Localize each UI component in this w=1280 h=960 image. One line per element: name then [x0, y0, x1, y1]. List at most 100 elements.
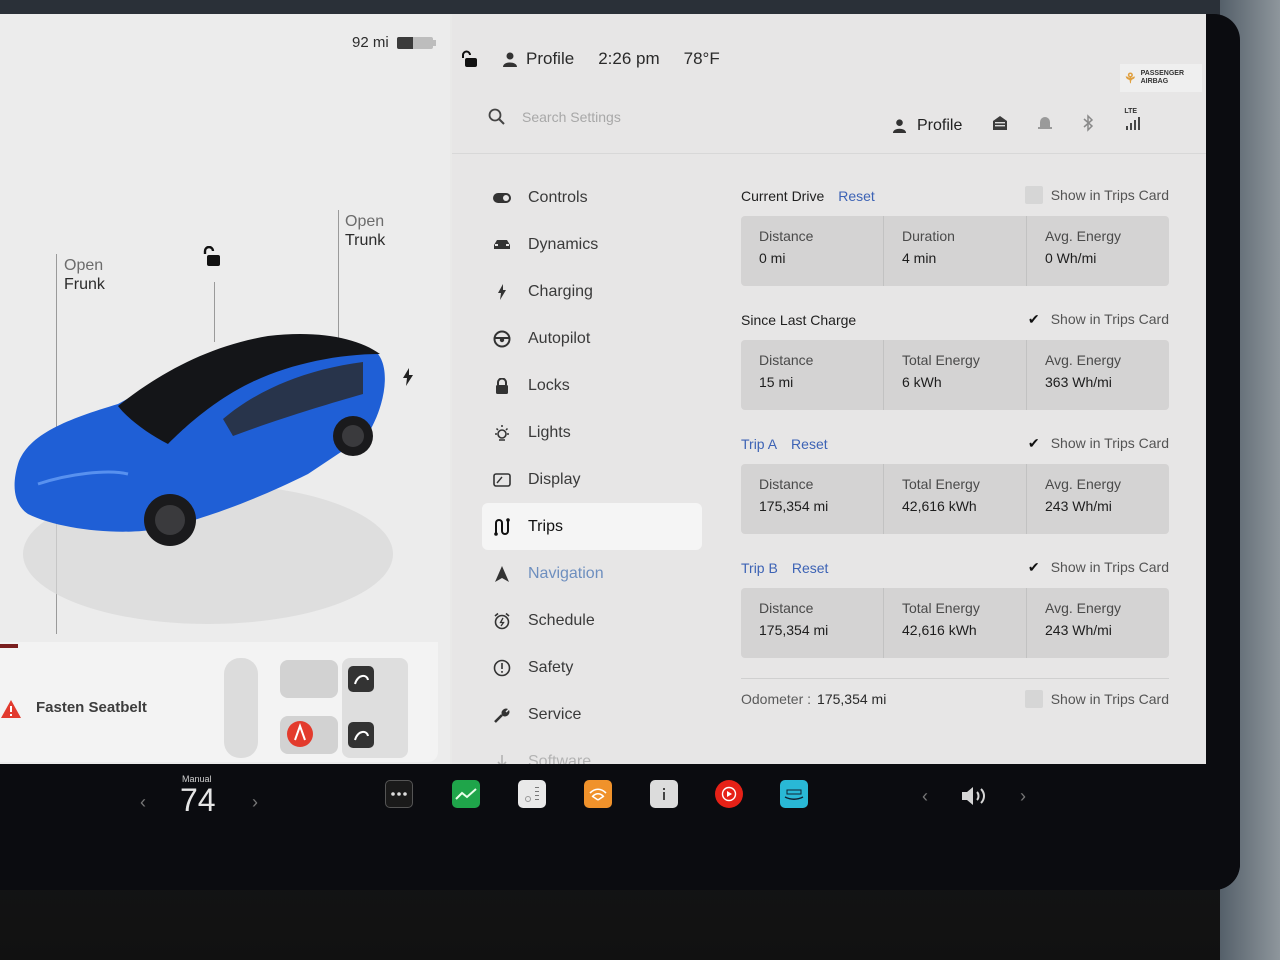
nav-item-locks[interactable]: Locks — [482, 362, 702, 409]
volume-button[interactable] — [960, 784, 990, 813]
volume-up-chevron-icon[interactable]: › — [1020, 786, 1026, 807]
nav-item-service[interactable]: Service — [482, 691, 702, 738]
stat-value: 15 mi — [759, 374, 794, 390]
header-profile-button[interactable]: Profile — [892, 117, 962, 135]
checkmark-icon[interactable]: ✔ — [1025, 434, 1043, 452]
odometer-label: Odometer : — [741, 691, 812, 707]
stat-label: Total Energy — [902, 600, 980, 616]
reset-trip-a-button[interactable]: Reset — [791, 436, 828, 452]
passenger-seat — [280, 660, 338, 698]
lock-status-icon[interactable] — [460, 50, 478, 68]
nav-item-trips[interactable]: Trips — [482, 503, 702, 550]
main-panel: 92 mi Open Frunk Open Trunk Fasten Seatb… — [0, 14, 1206, 770]
header-profile-label: Profile — [917, 116, 963, 134]
owners-manual-app-button[interactable] — [650, 780, 678, 808]
calendar-icon — [525, 787, 539, 802]
driver-profile-button[interactable]: Profile — [502, 49, 574, 69]
temp-down-chevron-icon[interactable]: ‹ — [140, 792, 146, 813]
airbag-line2: AIRBAG — [1140, 78, 1169, 85]
show-in-trips-card-toggle[interactable]: Show in Trips Card — [1024, 186, 1169, 204]
nav-item-display[interactable]: Display — [482, 456, 702, 503]
stat-cell: Avg. Energy 363 Wh/mi — [1027, 340, 1169, 410]
taskbar: ‹ Manual 74 › ‹ › — [0, 764, 1240, 890]
clock: 2:26 pm — [598, 49, 660, 68]
seatbelt-warning: Fasten Seatbelt — [36, 699, 147, 716]
audible-app-button[interactable] — [584, 780, 612, 808]
stat-label: Avg. Energy — [1045, 228, 1122, 244]
search-settings-input[interactable] — [522, 104, 822, 130]
garage-door-icon[interactable] — [992, 115, 1008, 136]
temp-up-chevron-icon[interactable]: › — [252, 792, 258, 813]
checkbox-unchecked[interactable] — [1024, 186, 1043, 204]
stat-cell: Distance 15 mi — [741, 340, 884, 410]
show-in-trips-card-toggle[interactable]: Show in Trips Card — [1024, 690, 1169, 708]
checkbox-label: Show in Trips Card — [1050, 435, 1169, 451]
stat-cell: Total Energy 42,616 kWh — [884, 588, 1027, 658]
amazon-music-app-button[interactable] — [780, 780, 808, 808]
stat-value: 363 Wh/mi — [1045, 374, 1112, 390]
header-status: Profile LTE — [892, 108, 1142, 137]
nav-item-lights[interactable]: Lights — [482, 409, 702, 456]
play-icon — [721, 786, 737, 802]
trunk-label-line1: Open — [345, 213, 385, 230]
calendar-app-button[interactable] — [518, 780, 546, 808]
child-seat-icon — [348, 666, 374, 692]
bolt-icon — [492, 282, 512, 302]
stat-value: 42,616 kWh — [902, 498, 977, 514]
person-icon — [503, 52, 517, 67]
stat-cell: Distance 175,354 mi — [741, 588, 884, 658]
stat-value: 4 min — [902, 250, 937, 266]
since-last-charge-header: Since Last Charge ✔ Show in Trips Card — [741, 308, 1169, 332]
nav-label: Schedule — [528, 611, 595, 629]
audible-icon — [589, 788, 607, 801]
stat-value: 6 kWh — [902, 374, 942, 390]
notification-bell-icon[interactable] — [1038, 115, 1053, 136]
trip-b-stats: Distance 175,354 mi Total Energy 42,616 kW… — [741, 588, 1169, 658]
energy-app-button[interactable] — [452, 780, 480, 808]
stat-label: Distance — [759, 476, 814, 492]
current-drive-stats: Distance 0 mi Duration 4 min Avg. Energy 0 … — [741, 216, 1169, 286]
checkbox-unchecked[interactable] — [1024, 690, 1043, 708]
cabin-temperature[interactable]: 74 — [180, 782, 216, 819]
more-apps-button[interactable] — [385, 780, 413, 808]
speaker-icon — [962, 787, 985, 805]
nav-item-safety[interactable]: Safety — [482, 644, 702, 691]
stat-label: Total Energy — [902, 476, 980, 492]
section-title: Trip A — [741, 436, 778, 452]
nav-item-schedule[interactable]: Schedule — [482, 597, 702, 644]
stat-label: Distance — [759, 228, 814, 244]
open-frunk-button[interactable]: Open Frunk — [64, 256, 105, 294]
network-type-label: LTE — [1124, 108, 1138, 115]
show-in-trips-card-toggle[interactable]: ✔ Show in Trips Card — [1025, 434, 1169, 452]
stat-cell: Distance 0 mi — [741, 216, 884, 286]
manual-icon — [663, 788, 665, 800]
bluetooth-icon[interactable] — [1082, 114, 1094, 137]
search-icon — [488, 108, 505, 125]
show-in-trips-card-toggle[interactable]: ✔ Show in Trips Card — [1025, 310, 1169, 328]
open-trunk-button[interactable]: Open Trunk — [345, 212, 385, 250]
show-in-trips-card-toggle[interactable]: ✔ Show in Trips Card — [1025, 558, 1169, 576]
checkmark-icon[interactable]: ✔ — [1025, 558, 1043, 576]
odometer-value: 175,354 mi — [817, 691, 887, 707]
reset-current-drive-button[interactable]: Reset — [838, 188, 875, 204]
volume-down-chevron-icon[interactable]: ‹ — [922, 786, 928, 807]
charge-port-icon[interactable] — [402, 368, 414, 391]
reset-trip-b-button[interactable]: Reset — [792, 560, 829, 576]
nav-item-dynamics[interactable]: Dynamics — [482, 221, 702, 268]
stat-cell: Avg. Energy 243 Wh/mi — [1027, 588, 1169, 658]
stat-label: Avg. Energy — [1045, 352, 1122, 368]
nav-item-controls[interactable]: Controls — [482, 174, 702, 221]
checkmark-icon[interactable]: ✔ — [1025, 310, 1043, 328]
stat-cell: Total Energy 42,616 kWh — [884, 464, 1027, 534]
youtube-music-app-button[interactable] — [715, 780, 743, 808]
airbag-icon: ⚘ — [1124, 70, 1137, 86]
alert-accent-bar — [0, 644, 18, 648]
section-title: Trip B — [741, 560, 778, 576]
checkbox-label: Show in Trips Card — [1050, 691, 1169, 707]
trips-content: Current Drive Reset Show in Trips Card D… — [741, 184, 1169, 719]
nav-item-autopilot[interactable]: Autopilot — [482, 315, 702, 362]
nav-label: Charging — [528, 282, 593, 300]
nav-item-navigation[interactable]: Navigation — [482, 550, 702, 597]
nav-item-charging[interactable]: Charging — [482, 268, 702, 315]
unlock-icon[interactable] — [202, 245, 222, 273]
